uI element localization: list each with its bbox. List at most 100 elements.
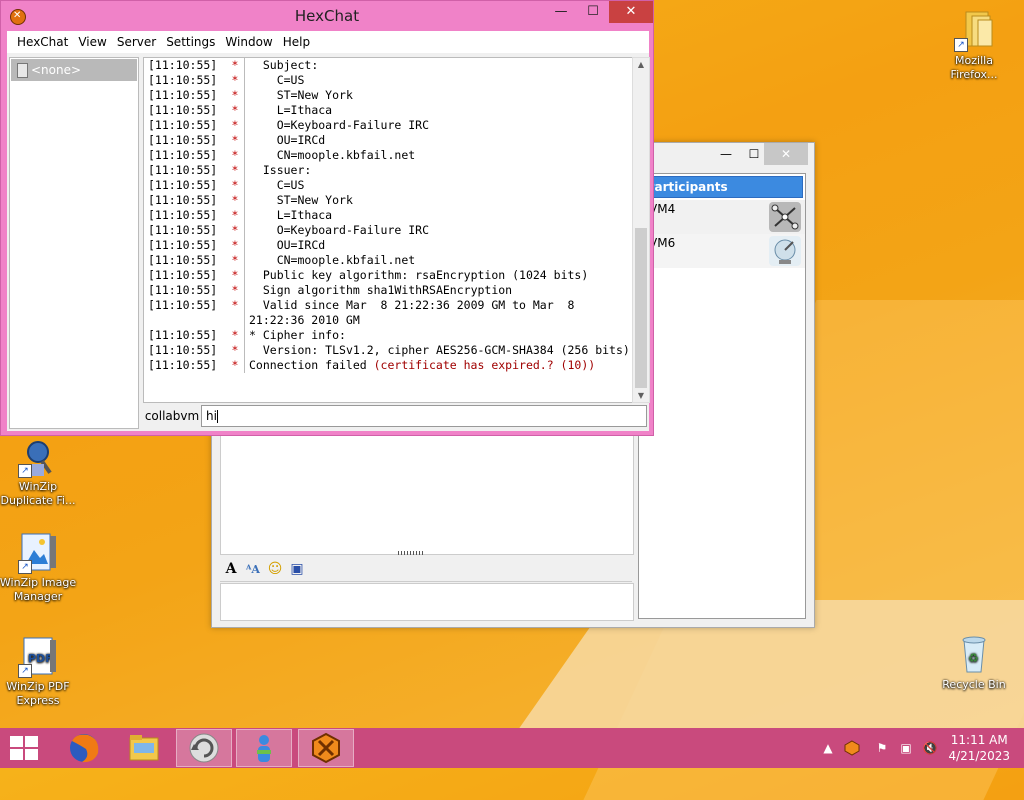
hexchat-app-icon[interactable] — [10, 9, 26, 25]
splitter-grip[interactable] — [398, 551, 424, 555]
hexchat-tray-icon[interactable] — [844, 740, 860, 756]
message-nick: * — [231, 73, 239, 87]
nick-separator — [244, 223, 245, 238]
chat-log-line: [11:10:55] * Version: TLSv1.2, cipher AES… — [144, 343, 632, 358]
chat-log-scrollbar[interactable]: ▲ ▼ — [632, 57, 650, 403]
firefox-icon — [70, 734, 99, 763]
chat-log[interactable]: [11:10:55] * Subject: [11:10:55] * C=US [11:… — [143, 57, 633, 403]
nick-separator — [244, 103, 245, 118]
chat-log-line: [11:10:55] * CN=moople.kbfail.net — [144, 148, 632, 163]
desktop-icon-recycle-bin[interactable]: ♻ Recycle Bin — [932, 632, 1016, 692]
menu-view[interactable]: View — [73, 31, 111, 53]
desktop-icon-winzip-duplicate[interactable]: ↗ WinZip Duplicate Fi... — [0, 434, 80, 508]
channel-tree[interactable]: <none> — [9, 57, 139, 429]
taskbar-app-people[interactable] — [236, 729, 292, 767]
save-icon[interactable]: ▣ — [286, 559, 308, 579]
menu-help[interactable]: Help — [278, 31, 315, 53]
hexchat-window[interactable]: HexChat — ☐ ✕ HexChatViewServerSettingsW… — [0, 0, 654, 436]
minimize-button[interactable]: — — [712, 143, 740, 165]
nick-separator — [244, 343, 245, 358]
desktop-icon-firefox[interactable]: ↗ Mozilla Firefox... — [932, 8, 1016, 82]
scroll-up-icon[interactable]: ▲ — [633, 60, 649, 69]
minimize-icon: — — [554, 4, 568, 19]
message-nick: * — [231, 238, 239, 252]
timestamp: [11:10:55] — [148, 163, 218, 177]
volume-muted-icon[interactable]: 🔇 — [922, 740, 938, 756]
maximize-icon: ☐ — [748, 147, 760, 161]
message-text: OU=IRCd — [249, 238, 326, 252]
nick-separator — [244, 328, 245, 343]
message-text: L=Ithaca — [249, 103, 333, 117]
text-caret — [216, 410, 218, 423]
chat-log-line: [11:10:55] * CN=moople.kbfail.net — [144, 253, 632, 268]
close-button[interactable]: ✕ — [764, 143, 808, 165]
channel-tree-item[interactable]: <none> — [11, 59, 137, 81]
timestamp: [11:10:55] — [148, 178, 218, 192]
collabvm-message-input[interactable] — [220, 583, 634, 621]
taskbar-clock[interactable]: 11:11 AM 4/21/2023 — [948, 732, 1010, 764]
nick-separator — [244, 58, 245, 73]
scroll-down-icon[interactable]: ▼ — [633, 391, 649, 400]
participant-item[interactable]: VM6 — [639, 234, 805, 268]
hexchat-titlebar[interactable]: HexChat — ☐ ✕ — [1, 1, 653, 31]
message-nick: * — [231, 358, 239, 372]
shortcut-arrow-icon: ↗ — [18, 560, 32, 574]
maximize-button[interactable]: ☐ — [579, 1, 607, 23]
desktop-icon-winzip-image[interactable]: ↗ WinZip Image Manager — [0, 530, 80, 604]
message-nick: * — [231, 193, 239, 207]
collabvm-chat-log[interactable] — [220, 433, 634, 555]
shortcut-arrow-icon: ↗ — [18, 664, 32, 678]
desktop-icon-winzip-pdf[interactable]: PDF ↗ WinZip PDF Express — [0, 634, 80, 708]
desktop-icon-label: WinZip PDF Express — [6, 680, 70, 707]
chat-log-line: [11:10:55] * Valid since Mar 8 21:22:36 2… — [144, 298, 632, 328]
chat-log-line: [11:10:55] * C=US — [144, 178, 632, 193]
nick-separator — [244, 148, 245, 163]
format-toolbar: AᴬA ☺ ▣ — [220, 559, 632, 582]
timestamp: [11:10:55] — [148, 298, 218, 312]
taskbar-firefox[interactable] — [56, 729, 112, 767]
nick-button[interactable]: collabvm — [143, 405, 201, 427]
participant-item[interactable]: VM4 — [639, 200, 805, 234]
scrollbar-thumb[interactable] — [635, 228, 647, 388]
minimize-button[interactable]: — — [547, 1, 575, 23]
taskbar-app-sync[interactable] — [176, 729, 232, 767]
message-nick: * — [231, 118, 239, 132]
timestamp: [11:10:55] — [148, 103, 218, 117]
show-hidden-icons-icon[interactable]: ▲ — [820, 740, 836, 756]
smiley-icon[interactable]: ☺ — [264, 559, 286, 579]
chat-log-line: [11:10:55] * ST=New York — [144, 88, 632, 103]
font-icon[interactable]: A — [220, 559, 242, 579]
network-tray-icon[interactable]: ▣ — [898, 740, 914, 756]
nick-separator — [244, 88, 245, 103]
close-button[interactable]: ✕ — [609, 1, 653, 23]
message-text: Version: TLSv1.2, cipher AES256-GCM-SHA3… — [249, 343, 630, 357]
desktop-icon-label: WinZip Image Manager — [0, 576, 77, 603]
nick-separator — [244, 133, 245, 148]
server-icon — [17, 63, 28, 78]
menu-settings[interactable]: Settings — [161, 31, 220, 53]
timestamp: [11:10:55] — [148, 208, 218, 222]
menu-hexchat[interactable]: HexChat — [7, 31, 73, 53]
message-text: Subject: — [249, 58, 319, 72]
nick-separator — [244, 283, 245, 298]
taskbar-explorer[interactable] — [116, 729, 172, 767]
menu-window[interactable]: Window — [220, 31, 277, 53]
action-center-flag-icon[interactable]: ⚑ — [874, 740, 890, 756]
pdf-icon: PDF ↗ — [16, 634, 60, 678]
desktop-icon-label: Recycle Bin — [942, 678, 1006, 691]
message-nick: * — [231, 223, 239, 237]
start-button[interactable] — [10, 736, 38, 760]
font-color-icon[interactable]: ᴬA — [242, 560, 264, 580]
chat-log-line: [11:10:55] * Public key algorithm: rsaEnc… — [144, 268, 632, 283]
taskbar-hexchat[interactable] — [298, 729, 354, 767]
message-input[interactable]: hi — [201, 405, 647, 427]
chat-log-line: [11:10:55] * OU=IRCd — [144, 133, 632, 148]
message-nick: * — [231, 133, 239, 147]
menu-server[interactable]: Server — [112, 31, 161, 53]
message-text: Public key algorithm: rsaEncryption (102… — [249, 268, 589, 282]
timestamp: [11:10:55] — [148, 148, 218, 162]
chat-log-line: [11:10:55] * Sign algorithm sha1WithRSAEn… — [144, 283, 632, 298]
message-text: Issuer: — [249, 163, 312, 177]
message-nick: * — [231, 268, 239, 282]
folder-icon — [129, 735, 159, 761]
